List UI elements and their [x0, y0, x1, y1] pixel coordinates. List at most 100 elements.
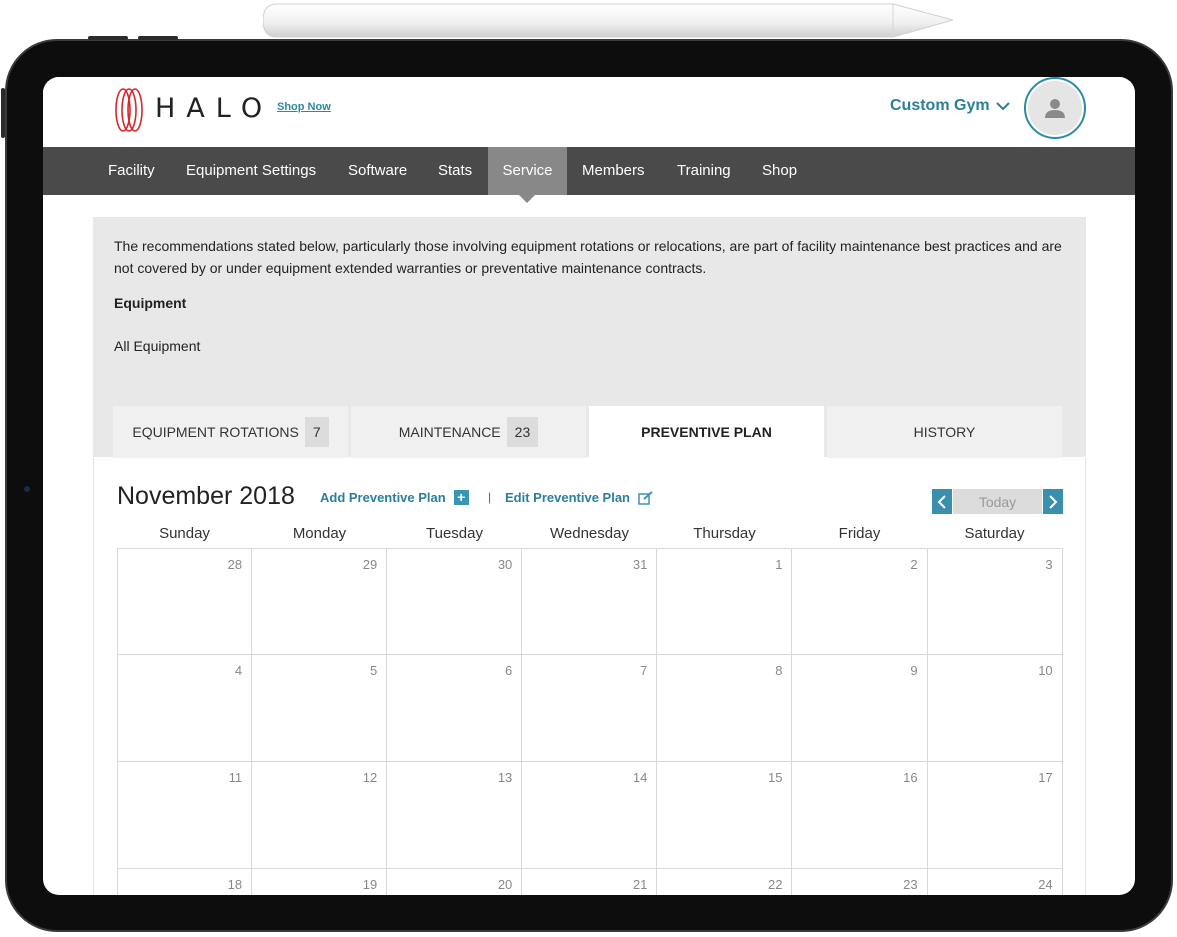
- active-nav-caret: [519, 195, 535, 203]
- tab-count-badge: 7: [304, 417, 329, 447]
- day-number: 21: [632, 877, 648, 892]
- calendar-day-cell[interactable]: 10: [927, 655, 1063, 762]
- equipment-heading: Equipment: [114, 295, 187, 311]
- nav-item-facility[interactable]: Facility: [108, 147, 155, 195]
- calendar-week: 11 12 13 14 15 16 17: [117, 762, 1063, 869]
- calendar-week: 18 19 20 21 22 23 24: [117, 869, 1063, 895]
- day-number: 31: [632, 557, 648, 572]
- day-number: 1: [775, 557, 783, 572]
- calendar-day-cell[interactable]: 16: [792, 762, 928, 869]
- halo-logo-icon: [115, 88, 143, 132]
- nav-item-shop[interactable]: Shop: [762, 147, 797, 195]
- edit-icon: [638, 490, 653, 505]
- day-number: 11: [228, 770, 243, 785]
- previous-month-button[interactable]: [932, 489, 952, 514]
- nav-item-equipment-settings[interactable]: Equipment Settings: [186, 147, 316, 195]
- tab-label: MAINTENANCE: [398, 424, 501, 440]
- calendar-day-cell[interactable]: 8: [657, 655, 793, 762]
- calendar-day-cell[interactable]: 1: [657, 548, 793, 655]
- day-number: 13: [497, 770, 513, 785]
- chevron-right-icon: [1049, 494, 1058, 509]
- avatar-circle: [1028, 81, 1082, 135]
- nav-item-stats[interactable]: Stats: [438, 147, 472, 195]
- calendar-day-cell[interactable]: 30: [387, 548, 523, 655]
- action-separator: |: [488, 490, 492, 504]
- weekday-header: Sunday Monday Tuesday Wednesday Thursday…: [117, 525, 1063, 547]
- nav-item-members[interactable]: Members: [582, 147, 645, 195]
- nav-item-software[interactable]: Software: [348, 147, 407, 195]
- nav-item-service[interactable]: Service: [488, 147, 567, 195]
- shop-now-link[interactable]: Shop Now: [277, 101, 331, 113]
- calendar-week: 28 29 30 31 1 2 3: [117, 548, 1063, 655]
- calendar-day-cell[interactable]: 21: [522, 869, 658, 895]
- day-number: 10: [1038, 663, 1053, 678]
- add-preventive-plan-button[interactable]: Add Preventive Plan +: [320, 490, 469, 505]
- chevron-down-icon: [995, 102, 1010, 111]
- calendar-month-title: November 2018: [117, 482, 295, 510]
- day-number: 17: [1038, 770, 1053, 785]
- weekday-label: Saturday: [964, 525, 1025, 542]
- calendar-day-cell[interactable]: 20: [387, 869, 523, 895]
- calendar-day-cell[interactable]: 9: [792, 655, 928, 762]
- calendar-day-cell[interactable]: 7: [522, 655, 658, 762]
- calendar-day-cell[interactable]: 24: [928, 869, 1063, 895]
- day-number: 7: [640, 663, 648, 678]
- chevron-left-icon: [937, 494, 946, 509]
- user-avatar[interactable]: [1024, 77, 1086, 139]
- facility-selector[interactable]: Custom Gym: [890, 97, 1010, 115]
- app-screen: HALO Shop Now Custom Gym Facility Equipm…: [43, 77, 1135, 895]
- calendar-card: November 2018 Add Preventive Plan + | Ed…: [93, 458, 1086, 895]
- calendar-day-cell[interactable]: 15: [657, 762, 793, 869]
- calendar-day-cell[interactable]: 22: [657, 869, 793, 895]
- calendar-day-cell[interactable]: 19: [252, 869, 388, 895]
- service-tabs: EQUIPMENT ROTATIONS 7 MAINTENANCE 23 PRE…: [93, 406, 1086, 458]
- add-plan-label: Add Preventive Plan: [320, 490, 446, 505]
- day-number: 9: [910, 663, 918, 678]
- tab-history[interactable]: HISTORY: [827, 406, 1062, 458]
- tab-count-badge: 23: [506, 417, 539, 447]
- tab-equipment-rotations[interactable]: EQUIPMENT ROTATIONS 7: [113, 406, 348, 458]
- day-number: 20: [497, 877, 513, 892]
- edit-preventive-plan-button[interactable]: Edit Preventive Plan: [505, 490, 654, 505]
- weekday-label: Sunday: [159, 525, 210, 542]
- tab-maintenance[interactable]: MAINTENANCE 23: [351, 406, 586, 458]
- calendar-day-cell[interactable]: 6: [387, 655, 523, 762]
- calendar-day-cell[interactable]: 11: [117, 762, 253, 869]
- calendar-day-cell[interactable]: 5: [252, 655, 388, 762]
- nav-item-training[interactable]: Training: [677, 147, 731, 195]
- day-number: 4: [234, 663, 243, 678]
- plus-icon: +: [453, 490, 469, 505]
- calendar-day-cell[interactable]: 12: [252, 762, 388, 869]
- volume-button: [88, 36, 128, 40]
- day-number: 19: [362, 877, 378, 892]
- disclaimer-text: The recommendations stated below, partic…: [114, 238, 1062, 276]
- day-number: 14: [632, 770, 648, 785]
- calendar-day-cell[interactable]: 17: [927, 762, 1063, 869]
- tab-preventive-plan[interactable]: PREVENTIVE PLAN: [589, 406, 824, 458]
- calendar-day-cell[interactable]: 31: [522, 548, 658, 655]
- equipment-value: All Equipment: [114, 338, 201, 354]
- day-number: 15: [768, 770, 783, 785]
- calendar-day-cell[interactable]: 18: [117, 869, 253, 895]
- calendar-day-cell[interactable]: 14: [522, 762, 658, 869]
- day-number: 5: [369, 663, 378, 678]
- calendar-day-cell[interactable]: 28: [117, 548, 253, 655]
- calendar-day-cell[interactable]: 2: [792, 548, 928, 655]
- next-month-button[interactable]: [1043, 489, 1063, 514]
- today-button[interactable]: Today: [953, 489, 1042, 514]
- day-number: 3: [1045, 557, 1053, 572]
- calendar-day-cell[interactable]: 4: [117, 655, 253, 762]
- day-number: 29: [362, 557, 378, 572]
- calendar-day-cell[interactable]: 29: [252, 548, 388, 655]
- day-number: 16: [903, 770, 918, 785]
- facility-selector-label: Custom Gym: [890, 97, 990, 114]
- user-icon: [1045, 99, 1065, 118]
- day-number: 8: [775, 663, 783, 678]
- calendar-day-cell[interactable]: 3: [927, 548, 1063, 655]
- weekday-label: Wednesday: [550, 525, 629, 542]
- camera-icon: [24, 486, 30, 492]
- main-nav: Facility Equipment Settings Software Sta…: [43, 147, 1135, 195]
- day-number: 23: [903, 877, 918, 892]
- calendar-day-cell[interactable]: 23: [792, 869, 928, 895]
- calendar-day-cell[interactable]: 13: [387, 762, 523, 869]
